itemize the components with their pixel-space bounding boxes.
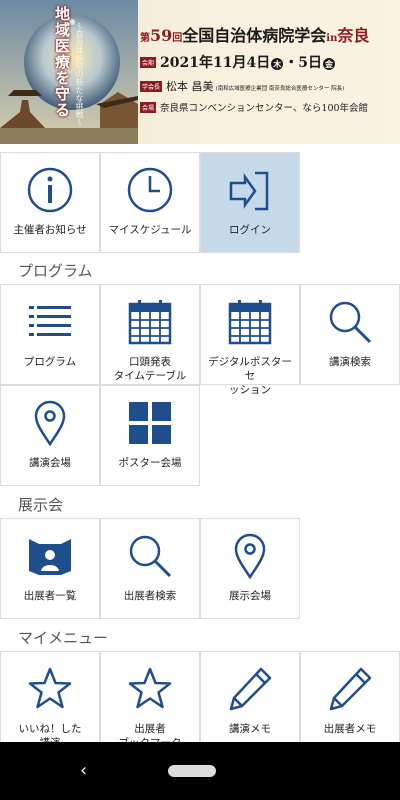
exhibitor-bookmark-button[interactable]: 出展者 ブックマーク <box>100 651 200 742</box>
calendar-icon <box>128 300 172 345</box>
lecture-venue-button[interactable]: 講演会場 <box>0 385 100 486</box>
edition-prefix: 第 <box>140 33 150 44</box>
menu-content[interactable]: 主催者お知らせ マイスケジュール ログイン プログラム プログラム 口頭発表 タ… <box>0 144 400 742</box>
date-mid: ・5日 <box>284 55 322 71</box>
login-icon <box>229 171 269 211</box>
oral-timetable-label: 口頭発表 タイムテーブル <box>113 356 187 382</box>
day-badge-1: 木 <box>271 58 284 70</box>
mymenu-row: いいね！した 講演 出展者 ブックマーク 講演メモ <box>0 651 400 742</box>
chair-row: 学会長 松本 昌美 (南和広域医療企業団 南奈良総合医療センター 院長) <box>140 78 396 94</box>
conference-date: 2021年11月4日木・5日金 <box>160 52 336 72</box>
day-badge-2: 金 <box>322 58 335 70</box>
digital-poster-button[interactable]: デジタルポスターセ ッション <box>200 284 300 396</box>
conference-banner: 地域医療を守る 〜自治体病院の新たな挑戦〜 第59回全国自治体病院学会in奈良 … <box>0 0 400 144</box>
list-icon <box>29 306 71 336</box>
pencil-icon <box>329 667 372 711</box>
chair-name: 松本 昌美 <box>166 80 214 93</box>
lecture-search-button[interactable]: 講演検索 <box>300 284 400 385</box>
exhibitor-bookmark-label: 出展者 ブックマーク <box>119 723 182 742</box>
conference-name: 全国自治体病院学会 <box>182 26 327 45</box>
my-schedule-button[interactable]: マイスケジュール <box>100 152 200 253</box>
search-icon <box>329 301 372 344</box>
my-schedule-label: マイスケジュール <box>108 224 192 236</box>
exhibitor-memo-label: 出展者メモ <box>323 723 377 735</box>
date-row: 会期 2021年11月4日木・5日金 <box>140 52 396 72</box>
chair-tag: 学会長 <box>140 80 163 92</box>
star-icon <box>28 667 72 709</box>
pencil-icon <box>229 667 272 711</box>
exhibitor-booth-icon <box>29 539 71 575</box>
banner-text-block: 第59回全国自治体病院学会in奈良 会期 2021年11月4日木・5日金 学会長… <box>140 6 396 114</box>
calendar-icon <box>228 300 272 345</box>
section-exhibition-heading: 展示会 <box>18 496 64 514</box>
liked-lectures-button[interactable]: いいね！した 講演 <box>0 651 100 742</box>
lecture-memo-label: 講演メモ <box>229 723 271 735</box>
venue-row: 会場 奈良県コンベンションセンター、なら100年会館 <box>140 100 396 114</box>
organizer-news-label: 主催者お知らせ <box>13 224 87 236</box>
search-icon <box>129 535 172 578</box>
section-mymenu-heading: マイメニュー <box>18 629 109 647</box>
conference-place: 奈良 <box>337 26 370 45</box>
program-label: プログラム <box>23 356 77 368</box>
login-label: ログイン <box>229 224 271 236</box>
back-icon[interactable]: ‹ <box>80 760 100 782</box>
login-button[interactable]: ログイン <box>200 152 300 253</box>
exhibition-venue-button[interactable]: 展示会場 <box>200 518 300 619</box>
map-pin-icon <box>234 533 266 580</box>
star-icon <box>128 667 172 709</box>
exhibitor-search-button[interactable]: 出展者検索 <box>100 518 200 619</box>
venue-text: 奈良県コンベンションセンター、なら100年会館 <box>160 103 369 114</box>
poster-venue-label: ポスター会場 <box>118 457 182 469</box>
date-tag: 会期 <box>140 56 157 68</box>
chair: 松本 昌美 (南和広域医療企業団 南奈良総合医療センター 院長) <box>166 78 344 94</box>
exhibitor-list-button[interactable]: 出展者一覧 <box>0 518 100 619</box>
oral-timetable-button[interactable]: 口頭発表 タイムテーブル <box>100 284 200 385</box>
home-pill-icon[interactable] <box>168 765 216 777</box>
date-text: 2021年11月4日 <box>160 55 271 71</box>
venue-tag: 会場 <box>140 101 157 113</box>
lecture-search-label: 講演検索 <box>329 356 371 368</box>
banner-vertical-title: 地域医療を守る <box>53 6 71 118</box>
edition-suffix: 回 <box>172 33 183 44</box>
clock-icon <box>127 167 173 213</box>
exhibitor-search-label: 出展者検索 <box>123 590 177 602</box>
program-button[interactable]: プログラム <box>0 284 100 385</box>
title-in: in <box>326 33 338 44</box>
exhibition-venue-label: 展示会場 <box>229 590 271 602</box>
organizer-news-button[interactable]: 主催者お知らせ <box>0 152 100 253</box>
conference-title: 第59回全国自治体病院学会in奈良 <box>140 22 396 46</box>
liked-lectures-label: いいね！した 講演 <box>18 723 82 742</box>
map-pin-icon <box>34 400 66 447</box>
grid-icon <box>129 402 171 444</box>
exhibition-row: 出展者一覧 出展者検索 展示会場 <box>0 518 300 619</box>
program-row-2: 講演会場 ポスター会場 <box>0 385 200 486</box>
banner-vertical-subtitle: 〜自治体病院の新たな挑戦〜 <box>75 22 84 126</box>
poster-venue-button[interactable]: ポスター会場 <box>100 385 200 486</box>
info-icon <box>27 167 73 213</box>
chair-affiliation: (南和広域医療企業団 南奈良総合医療センター 院長) <box>215 86 345 92</box>
lecture-venue-label: 講演会場 <box>29 457 71 469</box>
exhibitor-memo-button[interactable]: 出展者メモ <box>300 651 400 742</box>
exhibitor-list-label: 出展者一覧 <box>23 590 77 602</box>
edition-number: 59 <box>150 26 173 45</box>
section-program-heading: プログラム <box>18 262 93 280</box>
lecture-memo-button[interactable]: 講演メモ <box>200 651 300 742</box>
digital-poster-label: デジタルポスターセ ッション <box>208 356 292 396</box>
system-navigation-bar: ‹ <box>0 742 400 800</box>
top-menu-row: 主催者お知らせ マイスケジュール ログイン <box>0 152 300 253</box>
program-row-1: プログラム 口頭発表 タイムテーブル デジタルポスターセ ッション 講演検索 <box>0 284 400 396</box>
